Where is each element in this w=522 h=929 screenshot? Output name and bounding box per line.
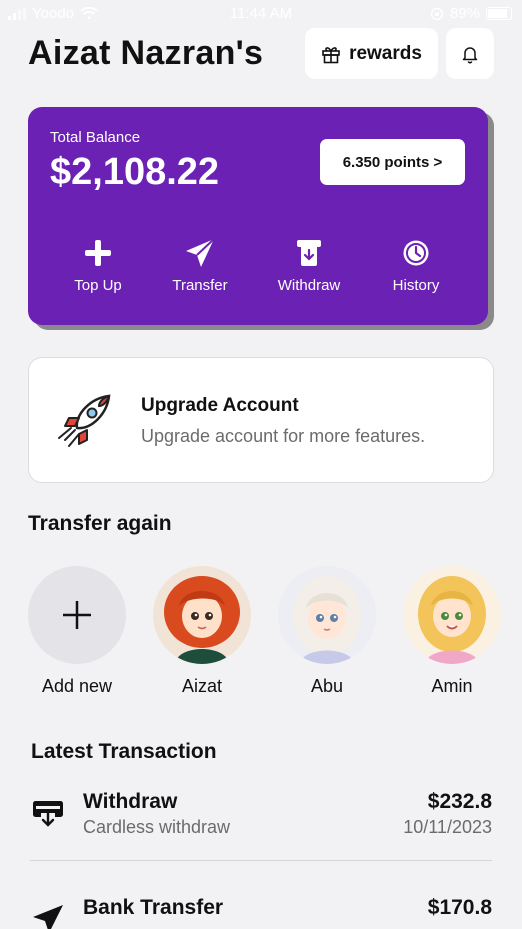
transfer-label: Transfer (172, 277, 228, 294)
balance-actions: Top Up Transfer Withdraw History (28, 235, 488, 305)
upgrade-subtitle: Upgrade account for more features. (141, 426, 426, 446)
transaction-subtitle: Cardless withdraw (83, 817, 231, 837)
upgrade-title: Upgrade Account (141, 395, 299, 416)
balance-label: Total Balance (50, 129, 141, 146)
history-clock-icon (403, 240, 429, 266)
transaction-row[interactable]: Bank Transfer $170.8 (30, 896, 492, 929)
plus-icon (63, 601, 91, 629)
balance-amount: $2,108.22 (50, 151, 220, 193)
header: Aizat Nazran's rewards (28, 28, 494, 80)
plus-icon (85, 240, 111, 266)
add-new-circle (28, 566, 126, 664)
transaction-amount: $170.8 (427, 896, 492, 919)
transaction-row[interactable]: Withdraw Cardless withdraw $232.8 10/11/… (30, 790, 492, 860)
history-label: History (392, 277, 440, 294)
card-withdraw-icon (30, 794, 66, 830)
top-up-button[interactable]: Top Up (48, 235, 148, 294)
rewards-button[interactable]: rewards (305, 28, 438, 79)
points-button[interactable]: 6.350 points > (320, 139, 465, 185)
balance-card: Total Balance $2,108.22 6.350 points > T… (28, 107, 488, 325)
avatar-aizat-image (153, 566, 251, 664)
page-title: Aizat Nazran's (28, 34, 264, 72)
avatar-abu-image (278, 566, 376, 664)
contact-name: Abu (310, 676, 344, 696)
withdraw-label: Withdraw (277, 277, 341, 294)
paper-plane-icon (186, 238, 215, 267)
contact-name: Amin (431, 676, 473, 696)
contact-abu[interactable]: Abu (278, 566, 376, 697)
status-bar: Yoodo 11:44 AM 89% (0, 0, 522, 28)
contact-amin[interactable]: Amin (403, 566, 501, 697)
avatar (278, 566, 376, 664)
top-up-label: Top Up (74, 277, 122, 294)
add-new-contact-button[interactable]: Add new (28, 566, 126, 697)
rewards-label: rewards (349, 42, 422, 64)
status-right: 89% (430, 5, 512, 22)
battery-percent: 89% (449, 5, 480, 22)
transfer-button[interactable]: Transfer (150, 235, 250, 294)
transaction-title: Bank Transfer (83, 896, 224, 919)
history-button[interactable]: History (366, 235, 466, 294)
orientation-lock-icon (430, 7, 444, 20)
notifications-button[interactable] (446, 28, 494, 79)
avatar (403, 566, 501, 664)
transaction-title: Withdraw (83, 790, 178, 813)
transfer-again-title: Transfer again (28, 512, 172, 535)
atm-withdraw-icon (297, 240, 321, 266)
latest-transaction-title: Latest Transaction (31, 740, 217, 763)
contact-aizat[interactable]: Aizat (153, 566, 251, 697)
avatar-amin-image (403, 566, 501, 664)
battery-icon (486, 7, 512, 20)
transaction-date: 10/11/2023 (403, 817, 492, 837)
upgrade-account-card[interactable]: Upgrade Account Upgrade account for more… (28, 357, 494, 483)
paper-plane-icon (30, 900, 66, 929)
transaction-amount: $232.8 (427, 790, 492, 813)
bell-icon (462, 46, 478, 63)
rocket-icon (58, 394, 111, 447)
divider (30, 860, 492, 861)
gift-icon (322, 46, 340, 63)
withdraw-button[interactable]: Withdraw (259, 235, 359, 294)
contact-name: Aizat (181, 676, 223, 696)
contact-name: Add new (41, 676, 113, 696)
avatar (153, 566, 251, 664)
